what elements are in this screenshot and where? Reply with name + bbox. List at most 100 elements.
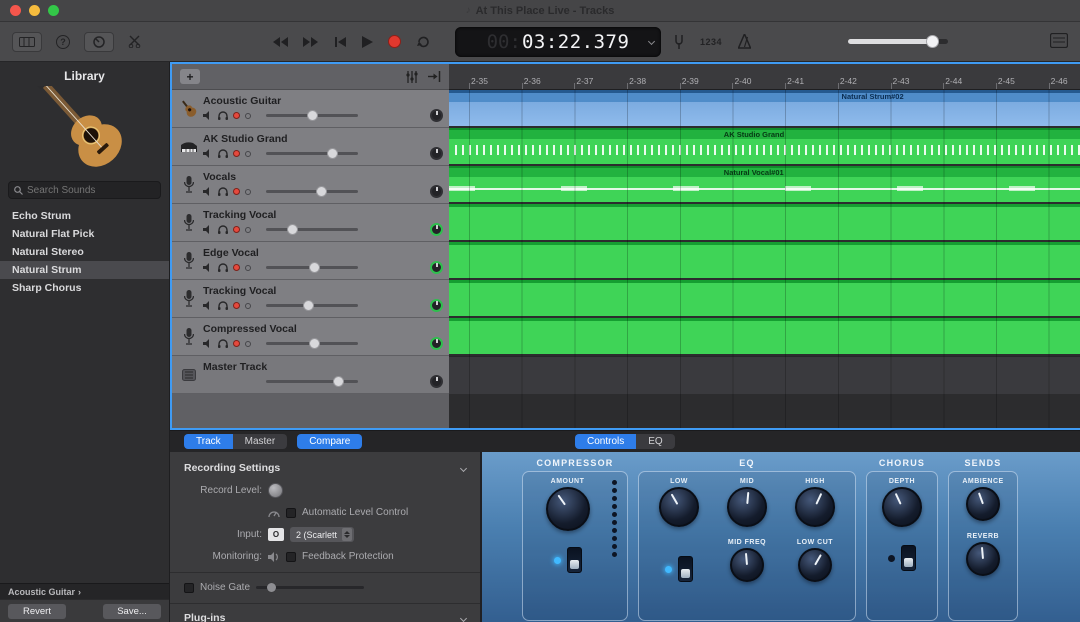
noise-gate-slider[interactable] — [256, 586, 364, 589]
eq-low-knob[interactable] — [659, 487, 699, 527]
revert-button[interactable]: Revert — [8, 604, 66, 619]
save-button[interactable]: Save... — [103, 604, 161, 619]
track-row-tracking-vocal-1[interactable]: Tracking Vocal — [172, 204, 449, 242]
auto-level-checkbox[interactable] — [286, 508, 296, 518]
eq-high-knob[interactable] — [795, 487, 835, 527]
solo-button[interactable] — [218, 263, 228, 272]
plugins-header[interactable]: Plug-ins — [184, 612, 466, 622]
region-ak-studio-grand[interactable]: AK Studio Grand — [449, 128, 1080, 164]
track-volume-slider[interactable] — [266, 228, 358, 231]
tab-controls[interactable]: Controls — [575, 434, 636, 449]
mute-button[interactable] — [203, 111, 213, 120]
input-monitor-button[interactable] — [245, 341, 251, 347]
track-volume-slider[interactable] — [266, 114, 358, 117]
record-button[interactable] — [388, 35, 401, 48]
input-monitor-button[interactable] — [245, 189, 251, 195]
display-preferences-icon[interactable] — [1050, 33, 1068, 48]
input-channel-dropdown[interactable]: 2 (Scarlett — [290, 527, 354, 542]
pan-knob[interactable] — [430, 185, 443, 198]
library-item-sharp-chorus[interactable]: Sharp Chorus — [0, 279, 169, 297]
tab-track[interactable]: Track — [184, 434, 233, 449]
track-volume-slider[interactable] — [266, 304, 358, 307]
track-row-acoustic-guitar[interactable]: Acoustic Guitar — [172, 90, 449, 128]
solo-button[interactable] — [218, 301, 228, 310]
solo-button[interactable] — [218, 111, 228, 120]
fast-forward-button[interactable] — [303, 37, 319, 47]
smart-controls-icon[interactable] — [84, 32, 114, 52]
compressor-amount-knob[interactable] — [546, 487, 590, 531]
volume-thumb[interactable] — [303, 300, 314, 311]
mute-button[interactable] — [203, 187, 213, 196]
cycle-button[interactable] — [416, 35, 431, 48]
ruler-mark[interactable]: 2-39 — [682, 76, 735, 89]
volume-thumb[interactable] — [926, 35, 939, 48]
compare-button[interactable]: Compare — [297, 434, 362, 449]
region-natural-strum-02[interactable]: Natural Strum#02 — [449, 90, 1080, 126]
tab-master[interactable]: Master — [233, 434, 288, 449]
close-window-button[interactable] — [10, 5, 21, 16]
search-sounds-field[interactable] — [8, 181, 161, 199]
volume-thumb[interactable] — [309, 262, 320, 273]
volume-thumb[interactable] — [327, 148, 338, 159]
eq-mid-freq-knob[interactable] — [730, 548, 764, 582]
solo-button[interactable] — [218, 339, 228, 348]
volume-thumb[interactable] — [316, 186, 327, 197]
track-volume-slider[interactable] — [266, 342, 358, 345]
tab-eq[interactable]: EQ — [636, 434, 674, 449]
region-edge-vocal[interactable] — [449, 242, 1080, 278]
editor-scissors-icon[interactable] — [128, 35, 142, 48]
ruler-mark[interactable]: 2-45 — [998, 76, 1051, 89]
track-row-vocals[interactable]: Vocals — [172, 166, 449, 204]
lcd-mode-chevron-icon[interactable] — [648, 38, 655, 45]
pan-knob[interactable] — [430, 337, 443, 350]
library-item-natural-strum[interactable]: Natural Strum — [0, 261, 169, 279]
recording-settings-header[interactable]: Recording Settings — [184, 462, 466, 474]
reverb-send-knob[interactable] — [966, 542, 1000, 576]
track-volume-slider[interactable] — [266, 266, 358, 269]
pan-knob[interactable] — [430, 299, 443, 312]
solo-button[interactable] — [218, 187, 228, 196]
ruler-mark[interactable]: 2-46 — [1051, 76, 1080, 89]
mute-button[interactable] — [203, 149, 213, 158]
pan-knob[interactable] — [430, 223, 443, 236]
region-natural-vocal-01[interactable]: Natural Vocal#01 — [449, 166, 1080, 202]
region-tracking-vocal-2[interactable] — [449, 280, 1080, 316]
volume-thumb[interactable] — [309, 338, 320, 349]
monitoring-icon[interactable] — [268, 552, 280, 562]
record-enable-button[interactable] — [233, 302, 240, 309]
zoom-window-button[interactable] — [48, 5, 59, 16]
input-monitor-button[interactable] — [245, 113, 251, 119]
catch-playhead-icon[interactable] — [428, 71, 441, 82]
play-button[interactable] — [362, 36, 373, 48]
feedback-protection-checkbox[interactable] — [286, 552, 296, 562]
add-track-button[interactable]: + — [180, 69, 200, 84]
track-row-edge-vocal[interactable]: Edge Vocal — [172, 242, 449, 280]
chorus-toggle-switch[interactable] — [901, 545, 916, 571]
mute-button[interactable] — [203, 263, 213, 272]
mute-button[interactable] — [203, 301, 213, 310]
ruler-mark[interactable]: 2-36 — [524, 76, 577, 89]
master-volume-slider[interactable] — [848, 39, 948, 44]
metronome-icon[interactable] — [738, 34, 751, 49]
eq-low-cut-knob[interactable] — [798, 548, 832, 582]
pan-knob[interactable] — [430, 375, 443, 388]
track-volume-slider[interactable] — [266, 152, 358, 155]
ruler-mark[interactable]: 2-35 — [471, 76, 524, 89]
library-item-natural-stereo[interactable]: Natural Stereo — [0, 243, 169, 261]
track-row-ak-studio-grand[interactable]: AK Studio Grand — [172, 128, 449, 166]
track-volume-slider[interactable] — [266, 380, 358, 383]
compressor-toggle-switch[interactable] — [567, 547, 582, 573]
noise-gate-checkbox[interactable] — [184, 583, 194, 593]
stepper-icon[interactable] — [342, 528, 352, 541]
solo-button[interactable] — [218, 225, 228, 234]
ruler-mark[interactable]: 2-40 — [734, 76, 787, 89]
ruler-mark[interactable]: 2-38 — [629, 76, 682, 89]
ruler-mark[interactable]: 2-37 — [576, 76, 629, 89]
current-patch-bar[interactable]: Acoustic Guitar › — [0, 583, 169, 599]
lcd-display[interactable]: 00: 03:22.379 — [455, 27, 661, 57]
pan-knob[interactable] — [430, 109, 443, 122]
pan-knob[interactable] — [430, 147, 443, 160]
ruler-mark[interactable]: 2-42 — [840, 76, 893, 89]
input-monitor-button[interactable] — [245, 151, 251, 157]
chorus-depth-knob[interactable] — [882, 487, 922, 527]
